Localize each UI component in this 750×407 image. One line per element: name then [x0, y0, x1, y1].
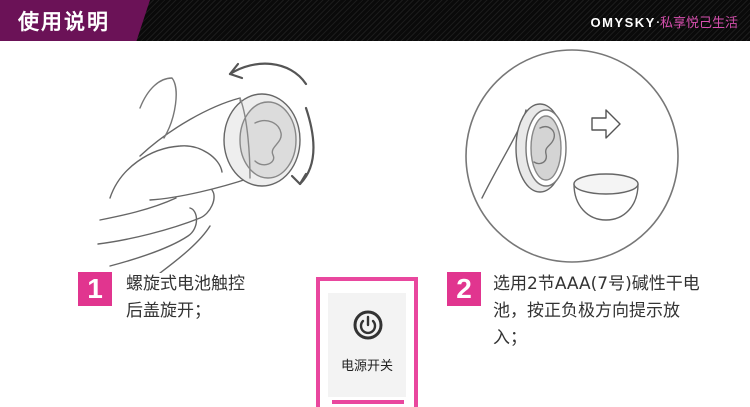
step-2-text: 选用2节AAA(7号)碱性干电 池，按正负极方向提示放 入；: [493, 271, 700, 352]
header-bar: 使用说明 OMYSKY·私享悦己生活: [0, 0, 750, 41]
page-title: 使用说明: [18, 10, 110, 34]
power-switch-panel: 电源开关: [328, 293, 406, 397]
illustration-battery-compartment: [462, 48, 682, 268]
step-1-line-2: 后盖旋开；: [126, 301, 211, 321]
brand-name: OMYSKY: [590, 15, 656, 30]
brand-slogan: 私享悦己生活: [659, 16, 738, 31]
step-1-line-1: 螺旋式电池触控: [126, 274, 245, 294]
step-2-number: 2: [447, 272, 481, 306]
power-icon: [353, 310, 383, 340]
power-switch-callout: 电源开关: [316, 277, 418, 407]
power-switch-label: 电源开关: [340, 359, 393, 374]
step-1-text: 螺旋式电池触控 后盖旋开；: [126, 271, 245, 325]
step-2-line-2: 池，按正负极方向提示放: [493, 301, 680, 321]
step-2-line-3: 入；: [493, 328, 527, 348]
step-1-number: 1: [78, 272, 112, 306]
step-2-line-1: 选用2节AAA(7号)碱性干电: [493, 274, 700, 294]
illustration-twist-cap: [80, 48, 340, 273]
brand: OMYSKY·私享悦己生活: [591, 12, 739, 31]
